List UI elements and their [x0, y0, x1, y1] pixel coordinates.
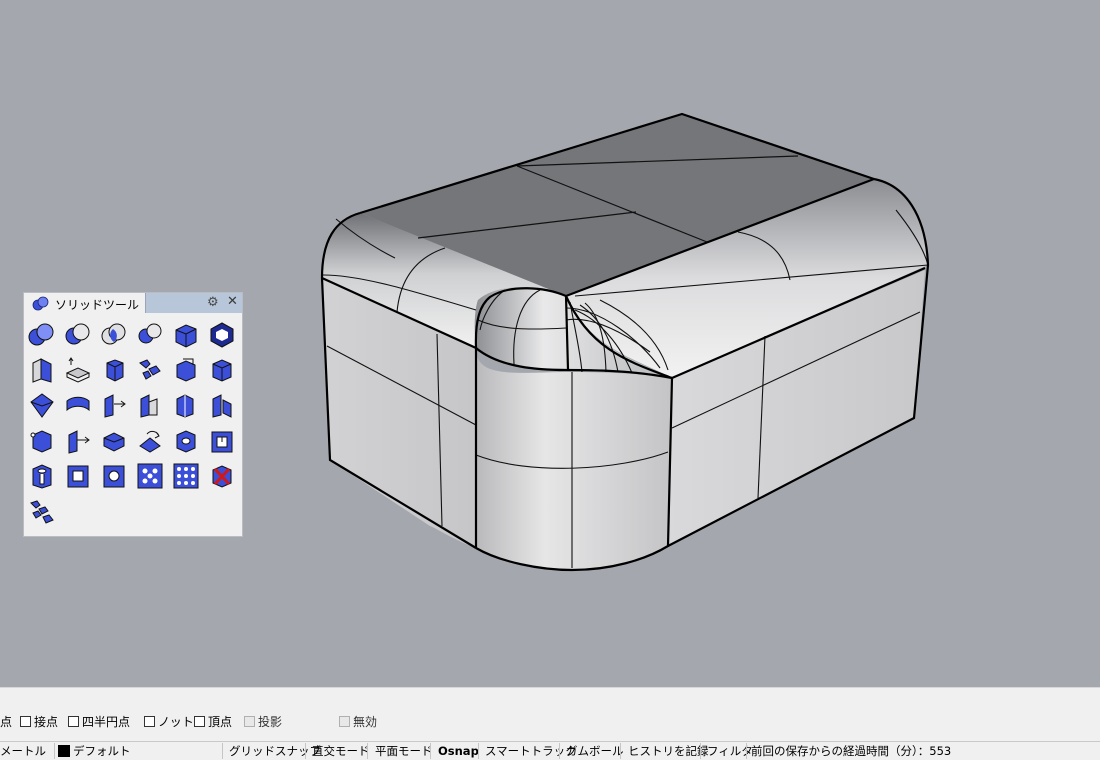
osnap-quadrant[interactable]: 四半円点	[68, 713, 130, 729]
move-face-icon[interactable]	[63, 355, 93, 385]
boolean-intersection-icon[interactable]	[99, 320, 129, 350]
place-hole-icon[interactable]	[207, 426, 237, 456]
separator	[305, 743, 306, 759]
last-save-label: 前回の保存からの経過時間（分）：	[751, 744, 930, 758]
extrude-face-icon[interactable]	[135, 390, 165, 420]
osnap-knot[interactable]: ノット	[144, 713, 194, 729]
osnap-point[interactable]: 点	[0, 713, 12, 729]
gumball-button[interactable]: ガムボール	[566, 742, 624, 760]
grid-snap-button[interactable]: グリッドスナップ	[229, 742, 321, 760]
osnap-knot-label: ノット	[158, 714, 194, 729]
array-hole-grid-icon[interactable]	[171, 461, 201, 491]
osnap-vertex-checkbox[interactable]	[194, 715, 205, 727]
record-history-button[interactable]: ヒストリを記録	[628, 742, 709, 760]
tab-solid-tools[interactable]: ソリッドツール	[24, 293, 146, 313]
osnap-quadrant-label: 四半円点	[82, 714, 131, 729]
panel-title: ソリッドツール	[55, 298, 140, 312]
box-solid-icon[interactable]	[207, 355, 237, 385]
planar-button[interactable]: 平面モード	[375, 742, 433, 760]
osnap-disable-checkbox[interactable]	[339, 715, 350, 727]
chamfer-edge-icon[interactable]	[99, 426, 129, 456]
osnap-tangent[interactable]: 接点	[20, 713, 58, 729]
fillet-edge-icon[interactable]	[27, 426, 57, 456]
move-untrimmed-face-icon[interactable]	[99, 390, 129, 420]
solid-tools-tab-icon	[32, 296, 49, 311]
osnap-button[interactable]: Osnap	[438, 742, 479, 760]
solid-shape-icon[interactable]	[27, 390, 57, 420]
osnap-quadrant-checkbox[interactable]	[68, 715, 79, 727]
separator	[430, 743, 431, 759]
osnap-project-label: 投影	[258, 714, 283, 729]
units-pane[interactable]: メートル	[0, 742, 46, 760]
osnap-project-checkbox[interactable]	[244, 715, 255, 727]
separator	[367, 743, 368, 759]
layer-color-swatch	[58, 745, 70, 757]
layer-pane[interactable]: デフォルト	[58, 742, 131, 760]
round-hole-icon[interactable]	[63, 461, 93, 491]
rotate-face-icon[interactable]	[135, 426, 165, 456]
array-hole-icon[interactable]	[135, 461, 165, 491]
wire-cut-icon[interactable]	[171, 355, 201, 385]
osnap-bar: 点 接点 四半円点 ノット 頂点 投影 無効	[0, 687, 1100, 741]
extrude-edge-icon[interactable]	[207, 390, 237, 420]
separator	[746, 743, 747, 759]
last-save-status: 前回の保存からの経過時間（分）：553	[751, 742, 951, 760]
osnap-vertex-label: 頂点	[208, 714, 233, 729]
smart-track-button[interactable]: スマートトラック	[485, 742, 577, 760]
extrude-curve-icon[interactable]	[63, 426, 93, 456]
osnap-disable[interactable]: 無効	[339, 713, 377, 729]
boolean-split-icon[interactable]	[135, 320, 165, 350]
solid-tools-panel[interactable]: ソリッドツール ⚙ ✕	[23, 292, 243, 537]
move-hole-icon[interactable]	[99, 461, 129, 491]
last-save-minutes: 553	[929, 744, 952, 758]
separator	[620, 743, 621, 759]
hole-icon[interactable]	[27, 461, 57, 491]
separator	[478, 743, 479, 759]
explode-solid-icon[interactable]	[27, 497, 57, 527]
offset-surface-icon[interactable]	[63, 390, 93, 420]
osnap-disable-label: 無効	[353, 714, 378, 729]
ortho-button[interactable]: 直交モード	[312, 742, 370, 760]
shell-icon[interactable]	[135, 355, 165, 385]
osnap-vertex[interactable]: 頂点	[194, 713, 232, 729]
layer-name: デフォルト	[73, 744, 131, 758]
separator	[222, 743, 223, 759]
cap-planar-holes-icon[interactable]	[207, 320, 237, 350]
osnap-tangent-checkbox[interactable]	[20, 715, 31, 727]
panel-header[interactable]: ソリッドツール ⚙ ✕	[24, 293, 242, 313]
move-edge-icon[interactable]	[99, 355, 129, 385]
delete-hole-icon[interactable]	[207, 461, 237, 491]
osnap-knot-checkbox[interactable]	[144, 715, 155, 727]
make-hole-icon[interactable]	[171, 426, 201, 456]
split-face-icon[interactable]	[171, 390, 201, 420]
create-solid-icon[interactable]	[171, 320, 201, 350]
close-icon[interactable]: ✕	[227, 294, 238, 310]
osnap-point-label: 点	[0, 714, 13, 729]
osnap-project[interactable]: 投影	[244, 713, 282, 729]
gear-icon[interactable]: ⚙	[207, 295, 219, 311]
status-bar: メートル デフォルト グリッドスナップ 直交モード 平面モード Osnap スマ…	[0, 741, 1100, 760]
extract-surface-icon[interactable]	[27, 355, 57, 385]
separator	[700, 743, 701, 759]
boolean-union-icon[interactable]	[27, 320, 57, 350]
separator	[559, 743, 560, 759]
separator	[54, 743, 55, 759]
osnap-tangent-label: 接点	[34, 714, 59, 729]
boolean-difference-icon[interactable]	[63, 320, 93, 350]
